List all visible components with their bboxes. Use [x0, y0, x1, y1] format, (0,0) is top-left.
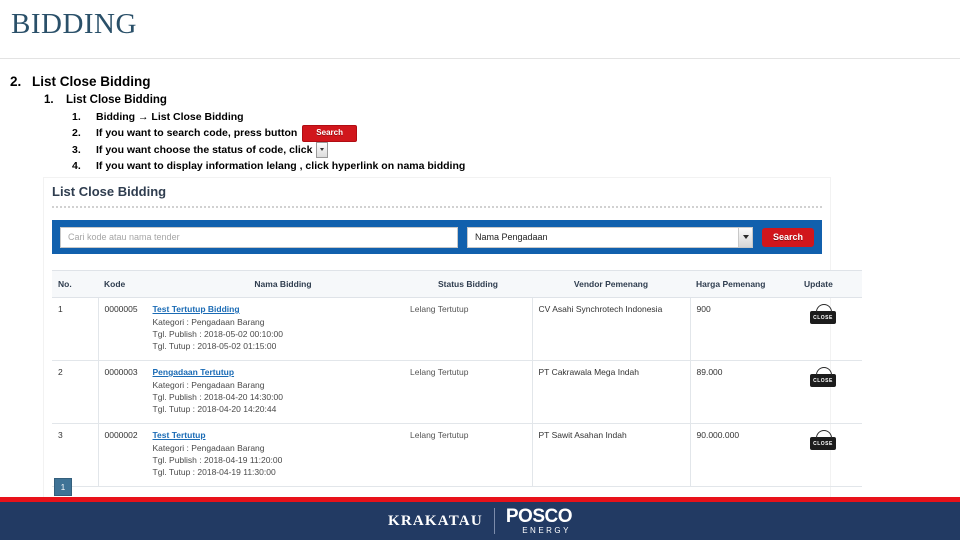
cell-harga: 900 — [689, 297, 798, 361]
app-screenshot: List Close Bidding Cari kode atau nama t… — [44, 178, 862, 500]
screenshot-heading: List Close Bidding — [52, 184, 167, 199]
outline-step-4-text: If you want to display information lelan… — [96, 160, 466, 173]
filter-select-value: Nama Pengadaan — [474, 232, 548, 242]
chevron-down-icon[interactable] — [316, 142, 329, 159]
cell-bidding-info: 0000003 Pengadaan Tertutup Kategori : Pe… — [97, 360, 404, 424]
filter-select[interactable]: Nama Pengadaan — [466, 226, 753, 248]
search-input[interactable]: Cari kode atau nama tender — [60, 226, 458, 248]
bidding-name-link[interactable]: Test Tertutup Bidding — [153, 304, 283, 314]
table-row: 1 0000005 Test Tertutup Bidding Kategori… — [52, 297, 862, 361]
cell-kode: 0000005 — [104, 304, 138, 314]
cell-no: 1 — [52, 297, 98, 361]
search-button[interactable]: Search — [761, 227, 814, 247]
footer-bar: KRAKATAU POSCO ENERGY — [0, 502, 960, 540]
outline-subsection: 1. List Close Bidding — [44, 92, 940, 109]
cell-bidding-info: 0000002 Test Tertutup Kategori : Pengada… — [97, 423, 404, 487]
bidding-kategori: Kategori : Pengadaan Barang — [152, 443, 265, 453]
table-row: 2 0000003 Pengadaan Tertutup Kategori : … — [52, 360, 862, 424]
outline-step-1: 1. Bidding → List Close Bidding — [72, 109, 940, 125]
outline-section-label: List Close Bidding — [32, 74, 151, 89]
page-title: BIDDING — [11, 8, 137, 40]
outline-step-3-text: If you want choose the status of code, c… — [96, 144, 313, 157]
bidding-publish-date: Tgl. Publish : 2018-04-19 11:20:00 — [152, 455, 283, 466]
outline-subsection-number: 1. — [44, 93, 54, 106]
heading-divider — [52, 206, 822, 209]
cell-vendor: CV Asahi Synchrotech Indonesia — [531, 297, 690, 361]
outline-step-2-number: 2. — [72, 127, 81, 140]
table-header-row: No. Kode Nama Bidding Status Bidding Ven… — [52, 270, 862, 298]
bidding-close-date: Tgl. Tutup : 2018-04-19 11:30:00 — [152, 467, 276, 478]
outline-step-4: 4. If you want to display information le… — [72, 158, 940, 174]
cell-vendor: PT Sawit Asahan Indah — [531, 423, 690, 487]
bidding-name-link[interactable]: Pengadaan Tertutup — [153, 367, 283, 377]
logo-divider — [493, 508, 495, 534]
bidding-close-date: Tgl. Tutup : 2018-05-02 01:15:00 — [152, 341, 277, 352]
bidding-kategori: Kategori : Pengadaan Barang — [152, 380, 265, 390]
cell-bidding-info: 0000005 Test Tertutup Bidding Kategori :… — [97, 297, 404, 361]
bidding-table: No. Kode Nama Bidding Status Bidding Ven… — [52, 270, 862, 487]
inline-search-button[interactable]: Search — [302, 125, 357, 143]
close-badge-icon[interactable]: CLOSE — [810, 374, 836, 387]
cell-update: CLOSE — [798, 423, 862, 487]
outline-step-2-text: If you want to search code, press button — [96, 127, 298, 140]
footer-logo: KRAKATAU POSCO ENERGY — [387, 506, 573, 535]
column-header-update: Update — [798, 270, 862, 298]
outline-section-number: 2. — [10, 74, 22, 89]
column-header-vendor: Vendor Pemenang — [532, 270, 690, 298]
bidding-name-link[interactable]: Test Tertutup — [153, 430, 283, 440]
outline-step-1-text: Bidding → List Close Bidding — [96, 110, 244, 123]
column-header-status: Status Bidding — [404, 270, 532, 298]
cell-status: Lelang Tertutup — [404, 297, 532, 361]
posco-wordmark: POSCO — [505, 506, 573, 527]
bidding-kategori: Kategori : Pengadaan Barang — [152, 317, 265, 327]
outline-step-4-number: 4. — [72, 160, 81, 173]
posco-energy-wordmark: POSCO ENERGY — [505, 506, 573, 535]
krakatau-wordmark: KRAKATAU — [387, 512, 483, 529]
outline-step-1-number: 1. — [72, 110, 81, 123]
column-header-kode: Kode — [98, 270, 162, 298]
chevron-down-icon[interactable] — [737, 227, 752, 247]
cell-status: Lelang Tertutup — [404, 423, 532, 487]
cell-update: CLOSE — [798, 360, 862, 424]
table-row: 3 0000002 Test Tertutup Kategori : Penga… — [52, 423, 862, 487]
outline-subsection-label: List Close Bidding — [66, 93, 167, 106]
close-badge-icon[interactable]: CLOSE — [810, 437, 836, 450]
pagination-page-1[interactable]: 1 — [54, 478, 72, 496]
cell-harga: 90.000.000 — [689, 423, 798, 487]
outline-section: 2. List Close Bidding — [10, 72, 940, 92]
column-header-nama: Nama Bidding — [162, 270, 404, 298]
bidding-publish-date: Tgl. Publish : 2018-05-02 00:10:00 — [152, 329, 283, 340]
column-header-no: No. — [52, 270, 98, 298]
outline-step-3-number: 3. — [72, 144, 81, 157]
cell-harga: 89.000 — [689, 360, 798, 424]
column-header-harga: Harga Pemenang — [690, 270, 798, 298]
cell-status: Lelang Tertutup — [404, 360, 532, 424]
title-divider — [0, 58, 960, 59]
search-toolbar: Cari kode atau nama tender Nama Pengadaa… — [52, 220, 822, 254]
outline-step-3: 3. If you want choose the status of code… — [72, 142, 940, 159]
cell-kode: 0000002 — [104, 430, 138, 440]
close-badge-icon[interactable]: CLOSE — [810, 311, 836, 324]
bidding-publish-date: Tgl. Publish : 2018-04-20 14:30:00 — [152, 392, 283, 403]
outline-list: 2. List Close Bidding 1. List Close Bidd… — [0, 72, 940, 175]
cell-update: CLOSE — [798, 297, 862, 361]
cell-no: 2 — [52, 360, 98, 424]
outline-step-2: 2. If you want to search code, press but… — [72, 125, 940, 143]
cell-kode: 0000003 — [104, 367, 138, 377]
cell-vendor: PT Cakrawala Mega Indah — [531, 360, 690, 424]
bidding-close-date: Tgl. Tutup : 2018-04-20 14:20:44 — [152, 404, 277, 415]
energy-wordmark: ENERGY — [522, 526, 571, 535]
